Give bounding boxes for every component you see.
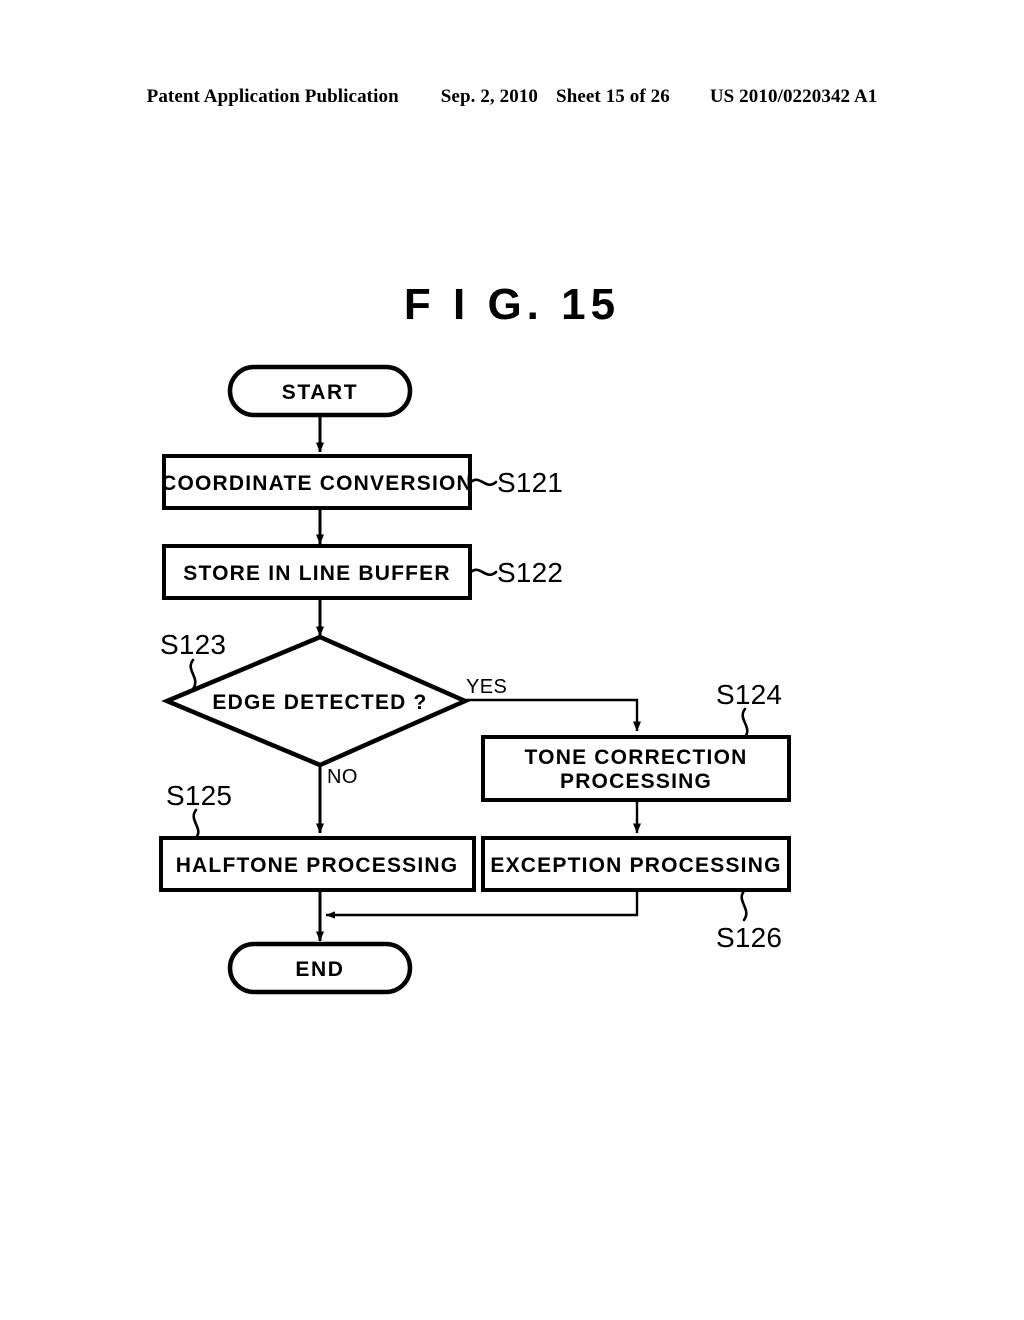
leader-s121 [469, 478, 498, 486]
leader-s124 [741, 707, 749, 739]
node-exception-processing-label: EXCEPTION PROCESSING [490, 854, 781, 877]
step-label-s122: S122 [497, 557, 563, 588]
edge-label-no: NO [327, 766, 358, 788]
node-coordinate-conversion-label: COORDINATE CONVERSION [161, 472, 473, 495]
node-end-label: END [295, 958, 344, 981]
node-end: END [227, 941, 413, 995]
leader-s122 [469, 568, 498, 576]
step-label-s126: S126 [716, 922, 782, 953]
node-exception-processing: EXCEPTION PROCESSING [481, 836, 791, 892]
edge-label-yes: YES [466, 676, 507, 698]
leader-s123 [189, 658, 197, 691]
leader-s125 [192, 808, 200, 840]
node-store-in-line-buffer-label: STORE IN LINE BUFFER [183, 562, 450, 585]
flowchart-diagram: START COORDINATE CONVERSION STORE IN LIN… [159, 364, 791, 995]
patent-drawing-page: Patent Application Publication Sep. 2, 2… [0, 0, 1024, 1320]
node-tone-correction-line2: PROCESSING [560, 770, 712, 793]
node-coordinate-conversion: COORDINATE CONVERSION [161, 454, 473, 510]
node-tone-correction-processing: TONE CORRECTION PROCESSING [481, 735, 791, 802]
node-edge-detected-label: EDGE DETECTED ? [212, 691, 427, 714]
connector-s126-to-end [325, 890, 639, 919]
step-label-s124: S124 [716, 679, 782, 710]
node-store-in-line-buffer: STORE IN LINE BUFFER [162, 544, 472, 600]
node-tone-correction-line1: TONE CORRECTION [525, 746, 748, 769]
node-halftone-processing: HALFTONE PROCESSING [159, 836, 476, 892]
node-start: START [227, 364, 413, 418]
step-label-s121: S121 [497, 467, 563, 498]
node-halftone-processing-label: HALFTONE PROCESSING [176, 854, 459, 877]
node-start-label: START [282, 381, 358, 404]
step-label-s123: S123 [160, 629, 226, 660]
step-label-s125: S125 [166, 780, 232, 811]
connector-yes-to-s124 [465, 698, 641, 732]
leader-s126 [740, 889, 748, 922]
